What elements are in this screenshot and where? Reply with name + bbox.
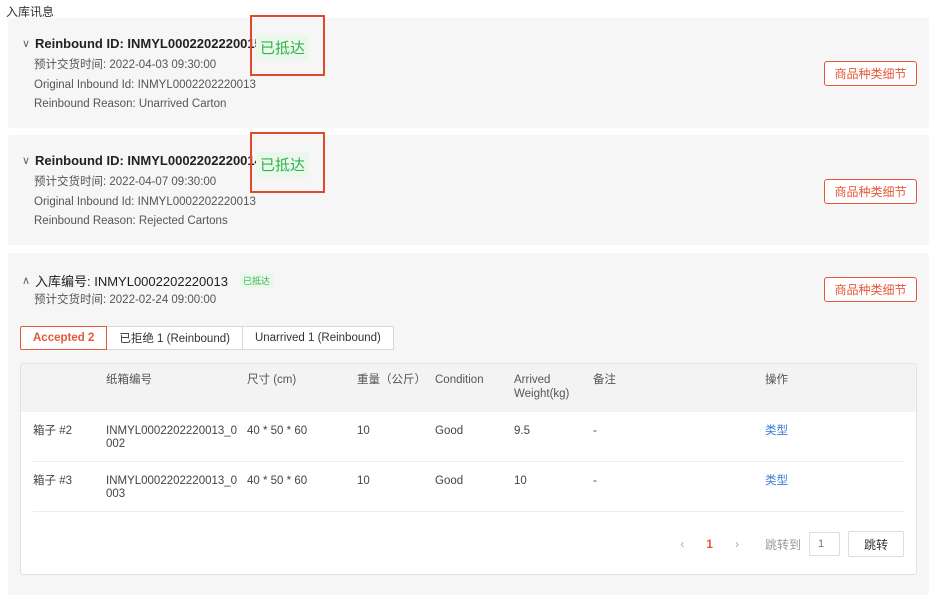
cell-carton-no-line2: 003: [106, 488, 126, 500]
cell-arrived-weight: 9.5: [514, 425, 530, 437]
header-arrived-weight: Arrived Weight(kg): [514, 374, 569, 401]
reinbound-id: Reinbound ID: INMYL0002202220014: [35, 153, 262, 168]
cell-carton-no: INMYL0002202220013_0 003: [106, 475, 237, 501]
cell-weight: 10: [357, 475, 370, 487]
cell-arrived-weight: 10: [514, 475, 527, 487]
tab-rejected[interactable]: 已拒绝 1 (Reinbound): [106, 326, 243, 350]
chevron-down-icon[interactable]: ∨: [22, 154, 35, 167]
card-header[interactable]: ∧ 入库编号: INMYL0002202220013 已抵达: [22, 271, 273, 290]
cell-weight: 10: [357, 425, 370, 437]
cell-remark: -: [593, 475, 597, 487]
cell-box: 箱子 #3: [33, 475, 72, 487]
header-action: 操作: [765, 374, 788, 386]
pagination: ‹ 1 › 跳转到 跳转: [672, 531, 904, 557]
header-arrived-weight-line1: Arrived: [514, 374, 551, 386]
highlight-box: [250, 15, 325, 76]
reinbound-card-0014: ∨ Reinbound ID: INMYL0002202220014 预计交货时…: [8, 132, 929, 245]
reinbound-reason: Reinbound Reason: Unarrived Carton: [34, 98, 227, 110]
cell-carton-no-line2: 002: [106, 438, 126, 450]
product-detail-button[interactable]: 商品种类细节: [824, 277, 917, 302]
type-link[interactable]: 类型: [765, 475, 788, 488]
inbound-card-0013: ∧ 入库编号: INMYL0002202220013 已抵达 预计交货时间: 2…: [8, 253, 929, 595]
chevron-right-icon[interactable]: ›: [727, 537, 747, 551]
type-link[interactable]: 类型: [765, 425, 788, 438]
original-inbound-id: Original Inbound Id: INMYL0002202220013: [34, 79, 256, 91]
reinbound-id: Reinbound ID: INMYL0002202220015: [35, 36, 262, 51]
card-header[interactable]: ∨ Reinbound ID: INMYL0002202220015: [22, 36, 262, 51]
table-header: 纸箱编号 尺寸 (cm) 重量（公斤） Condition Arrived We…: [21, 364, 916, 412]
jump-button[interactable]: 跳转: [848, 531, 904, 557]
table-row: 箱子 #2 INMYL0002202220013_0 002 40 * 50 *…: [33, 412, 905, 462]
product-detail-button[interactable]: 商品种类细节: [824, 61, 917, 86]
table-row: 箱子 #3 INMYL0002202220013_0 003 40 * 50 *…: [33, 462, 905, 512]
chevron-left-icon[interactable]: ‹: [672, 537, 692, 551]
cell-box: 箱子 #2: [33, 425, 72, 437]
carton-table: 纸箱编号 尺寸 (cm) 重量（公斤） Condition Arrived We…: [20, 363, 917, 575]
cell-remark: -: [593, 425, 597, 437]
reinbound-reason: Reinbound Reason: Rejected Cartons: [34, 215, 228, 227]
cell-carton-no-line1: INMYL0002202220013_0: [106, 475, 238, 487]
jump-page-input[interactable]: [809, 532, 840, 556]
expected-delivery-time: 预计交货时间: 2022-04-03 09:30:00: [34, 59, 217, 71]
page-number-current[interactable]: 1: [706, 537, 713, 551]
original-inbound-id: Original Inbound Id: INMYL0002202220013: [34, 196, 256, 208]
carton-status-tabs: Accepted 2 已拒绝 1 (Reinbound) Unarrived 1…: [20, 326, 394, 350]
cell-carton-no-line1: INMYL0002202220013_0: [106, 425, 238, 437]
header-arrived-weight-line2: Weight(kg): [514, 388, 570, 400]
reinbound-card-0015: ∨ Reinbound ID: INMYL0002202220015 预计交货时…: [8, 15, 929, 128]
cell-condition: Good: [435, 425, 464, 437]
highlight-box: [250, 132, 325, 193]
header-condition: Condition: [435, 374, 484, 386]
expected-delivery-time: 预计交货时间: 2022-02-24 09:00:00: [34, 294, 217, 306]
cell-size: 40 * 50 * 60: [247, 425, 308, 437]
chevron-down-icon[interactable]: ∨: [22, 37, 35, 50]
header-remark: 备注: [593, 374, 616, 386]
cell-size: 40 * 50 * 60: [247, 475, 308, 487]
cell-condition: Good: [435, 475, 464, 487]
status-badge: 已抵达: [239, 273, 273, 288]
header-size: 尺寸 (cm): [247, 374, 297, 386]
tab-unarrived[interactable]: Unarrived 1 (Reinbound): [241, 326, 394, 350]
card-header[interactable]: ∨ Reinbound ID: INMYL0002202220014: [22, 153, 262, 168]
product-detail-button[interactable]: 商品种类细节: [824, 179, 917, 204]
inbound-id: 入库编号: INMYL0002202220013: [35, 274, 228, 289]
tab-accepted[interactable]: Accepted 2: [20, 326, 108, 350]
expected-delivery-time: 预计交货时间: 2022-04-07 09:30:00: [34, 176, 217, 188]
header-carton-no: 纸箱编号: [106, 374, 152, 386]
chevron-up-icon[interactable]: ∧: [22, 274, 35, 287]
jump-to-label: 跳转到: [764, 537, 801, 552]
header-weight: 重量（公斤）: [357, 374, 426, 386]
cell-carton-no: INMYL0002202220013_0 002: [106, 425, 237, 451]
